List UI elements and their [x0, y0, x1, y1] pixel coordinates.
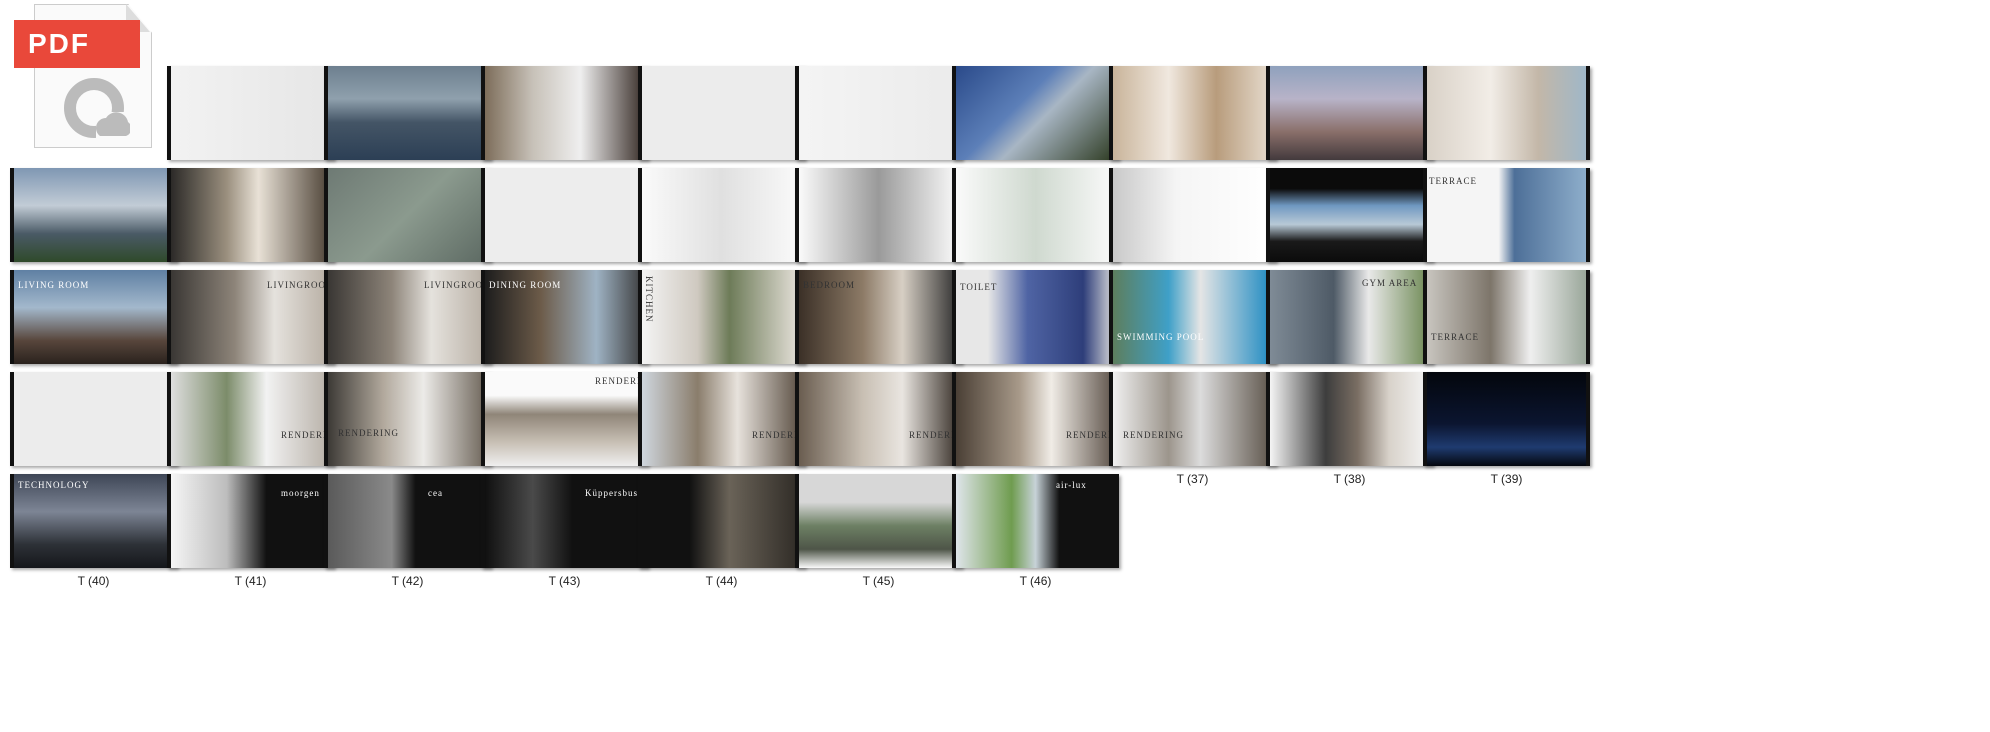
thumbnail-overlay-text: cea [428, 488, 443, 498]
thumbnail-overlay-text: TECHNOLOGY [18, 480, 90, 490]
thumbnail-overlay-text: LIVING ROOM [18, 280, 90, 290]
thumbnail-image: TERRACE [1423, 270, 1590, 364]
pdf-badge: PDF [14, 20, 140, 68]
thumbnail-overlay-text: TERRACE [1431, 332, 1480, 342]
thumbnail-overlay-text: air-lux [1056, 480, 1087, 490]
thumbnail-label: T (46) [1019, 574, 1052, 588]
thumbnail-image: TERRACE [1423, 168, 1590, 262]
thumbnail-overlay-text: RENDERING [1123, 430, 1184, 440]
thumbnail-overlay-text: DINING ROOM [489, 280, 562, 290]
thumbnail-overlay-text: KITCHEN [644, 276, 654, 323]
thumbnail-image [1423, 372, 1590, 466]
thumbnail-overlay-text: BEDROOM [803, 280, 856, 290]
thumbnail-image [1423, 66, 1590, 160]
thumbnail-overlay-text: TERRACE [1429, 176, 1478, 186]
thumbnail-overlay-text: SWIMMING POOL [1117, 332, 1205, 342]
pdf-cloud-icon [64, 78, 130, 142]
thumbnail-item[interactable]: air-lux T (46) [932, 474, 1122, 602]
thumbnail-item[interactable]: T (39) [1403, 372, 1593, 500]
thumbnail-label: T (39) [1490, 472, 1523, 486]
thumbnail-overlay-text: RENDERING [338, 428, 399, 438]
thumbnail-image: air-lux [952, 474, 1119, 568]
thumbnail-overlay-text: TOILET [960, 282, 998, 292]
